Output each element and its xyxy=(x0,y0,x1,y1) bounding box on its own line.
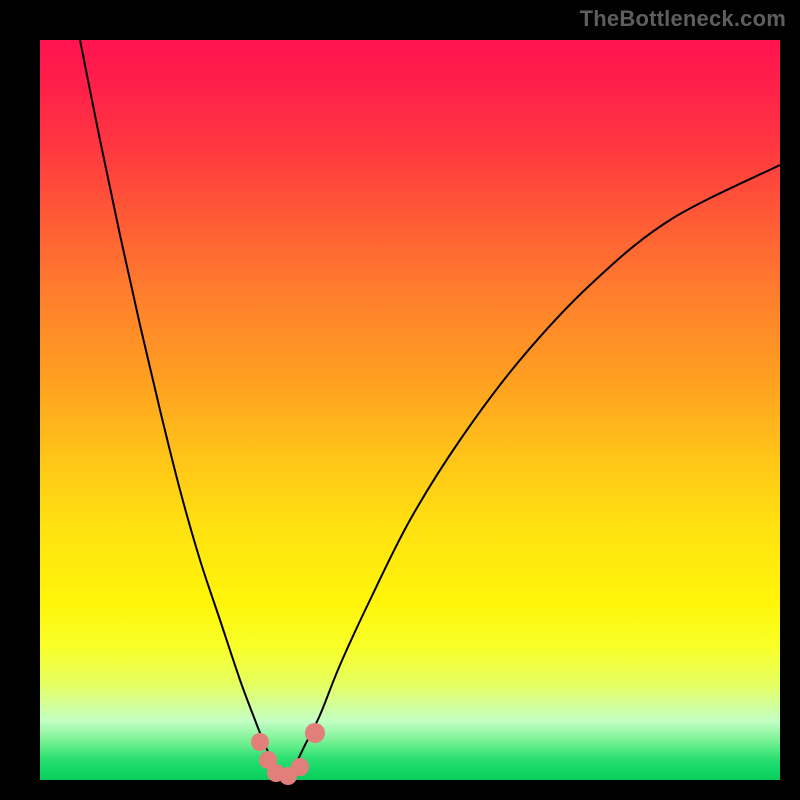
curve-layer xyxy=(40,40,780,780)
watermark-label: TheBottleneck.com xyxy=(580,6,786,32)
plot-area xyxy=(40,40,780,780)
curve-markers xyxy=(251,723,325,785)
chart-frame: TheBottleneck.com xyxy=(0,0,800,800)
curve-marker xyxy=(305,723,325,743)
curve-marker xyxy=(251,733,269,751)
bottleneck-curve xyxy=(80,40,780,778)
curve-marker xyxy=(291,758,309,776)
